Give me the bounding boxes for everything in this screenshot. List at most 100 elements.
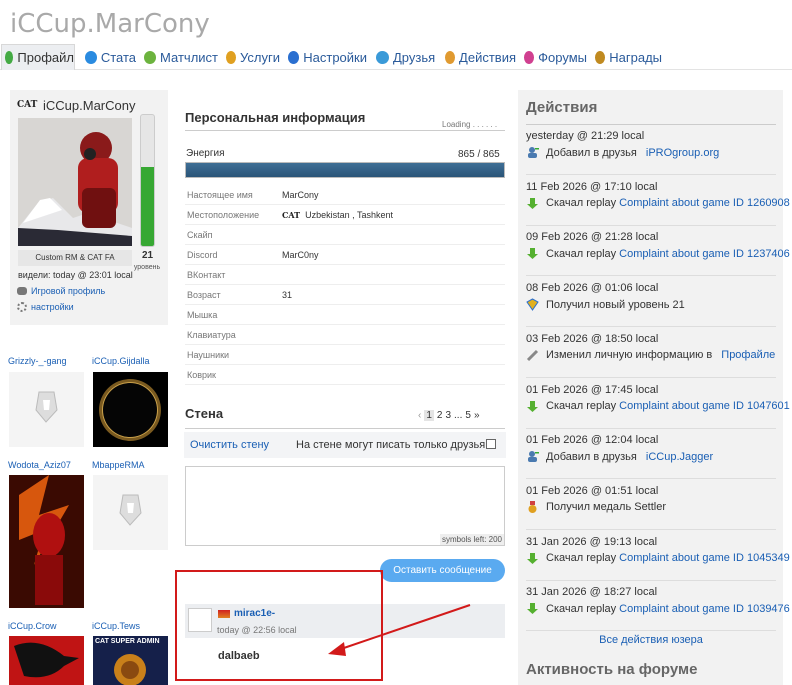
info-value: 31 (282, 289, 293, 300)
friend-name[interactable]: Wodota_Aziz07 (8, 460, 71, 470)
pager-item[interactable]: 3 (445, 410, 451, 421)
settings-link-label[interactable]: настройки (31, 302, 74, 312)
info-row: Скайп (185, 225, 505, 245)
tab-stats[interactable]: Стата (82, 44, 136, 70)
action-text: Получил медаль Settler (546, 501, 667, 514)
info-key: ВКонтакт (187, 269, 226, 280)
info-row: Наушники (185, 345, 505, 365)
info-key: Возраст (187, 289, 221, 300)
action-date: 03 Feb 2026 @ 18:50 local (526, 332, 659, 345)
symbols-left: symbols left: 200 (439, 534, 504, 545)
action-link[interactable]: Профайле (721, 349, 775, 361)
info-value: Uzbekistan , Tashkent (305, 209, 393, 220)
tab-friends[interactable]: Друзья (373, 44, 437, 70)
action-item: 08 Feb 2026 @ 01:06 local Получил новый у… (526, 276, 776, 328)
download-icon (526, 552, 539, 565)
action-date: 01 Feb 2026 @ 01:51 local (526, 484, 659, 497)
default-avatar-icon (119, 494, 142, 526)
action-date: 01 Feb 2026 @ 17:45 local (526, 383, 659, 396)
action-link[interactable]: Complaint about game ID 1039476 (619, 603, 790, 615)
friend-avatar[interactable] (9, 372, 84, 447)
tab-settings[interactable]: Настройки (285, 44, 367, 70)
gear-icon (17, 302, 27, 312)
pager-item[interactable]: 1 (424, 410, 434, 421)
add-friend-icon (526, 146, 539, 159)
friend-name[interactable]: iCCup.Gijdalla (92, 356, 150, 366)
level-value: 21 (141, 250, 154, 261)
tab-matchlist[interactable]: Матчлист (141, 44, 218, 70)
tab-label: Матчлист (160, 49, 218, 65)
info-row: Возраст 31 (185, 285, 505, 305)
avatar[interactable] (18, 118, 132, 246)
action-item: 31 Jan 2026 @ 19:13 local Скачал replay Co… (526, 530, 790, 581)
action-text: Скачал replay (546, 552, 617, 565)
friend-name[interactable]: iCCup.Crow (8, 621, 57, 631)
tab-forums[interactable]: Форумы (521, 44, 587, 70)
game-profile-link-label[interactable]: Игровой профиль (31, 286, 105, 296)
info-key: Клавиатура (187, 329, 236, 340)
action-link[interactable]: Complaint about game ID 1237406 (619, 248, 790, 260)
action-item: 01 Feb 2026 @ 12:04 local Добавил в друзь… (526, 428, 776, 480)
loading-indicator: Loading . . . . . . (442, 120, 498, 129)
friends-icon (376, 50, 389, 64)
medal-icon (526, 500, 539, 514)
action-item: 11 Feb 2026 @ 17:10 local Скачал replay Co… (526, 175, 790, 226)
action-text-line: Скачал replay Complaint about game ID 126… (526, 197, 790, 210)
download-icon (526, 197, 539, 210)
tab-label: Награды (609, 49, 662, 65)
friends-only-checkbox[interactable] (486, 439, 496, 449)
settings-link[interactable]: настройки (17, 302, 74, 312)
info-row: Discord MarC0ny (185, 245, 505, 265)
tab-label: Профайл (17, 50, 74, 65)
friend-name[interactable]: Grizzly-_-gang (8, 356, 67, 366)
friends-only-label: На стене могут писать только друзья (296, 439, 486, 451)
action-text: Добавил в друзья (546, 146, 637, 159)
services-icon (226, 50, 237, 64)
action-link[interactable]: Complaint about game ID 1045349 (619, 552, 790, 564)
annotation-arrow (328, 604, 471, 656)
action-text: Скачал replay (546, 247, 617, 260)
action-text: Изменил личную информацию в (546, 349, 713, 362)
pager-item[interactable]: » (474, 410, 480, 421)
edit-icon (526, 349, 539, 362)
divider (185, 428, 505, 429)
info-row: ВКонтакт (185, 265, 505, 285)
tab-profile[interactable]: Профайл (1, 44, 75, 70)
actions-icon (445, 50, 456, 64)
action-link[interactable]: iCCup.Jagger (646, 451, 713, 463)
info-key: Местоположение (187, 209, 260, 220)
profile-name: iCCup.MarCony (43, 98, 136, 113)
info-row: Клавиатура (185, 325, 505, 345)
all-actions-link[interactable]: Все действия юзера (526, 634, 776, 646)
gamepad-icon (17, 287, 27, 295)
action-date: 31 Jan 2026 @ 19:13 local (526, 535, 658, 548)
action-text-line: Скачал replay Complaint about game ID 103… (526, 602, 790, 615)
action-date: 31 Jan 2026 @ 18:27 local (526, 586, 658, 599)
pager-item[interactable]: 5 (465, 410, 471, 421)
tab-services[interactable]: Услуги (223, 44, 280, 70)
friend-name[interactable]: iCCup.Tews (92, 621, 140, 631)
friend-avatar[interactable] (9, 636, 84, 685)
pager-item[interactable]: ‹ (418, 410, 421, 421)
action-item: 01 Feb 2026 @ 01:51 local Получил медаль … (526, 479, 776, 530)
action-text-line: Скачал replay Complaint about game ID 104… (526, 552, 790, 565)
clan-tag: CAT (17, 100, 38, 110)
friend-avatar[interactable] (9, 475, 84, 608)
action-link[interactable]: iPROgroup.org (646, 147, 719, 159)
info-row: Мышка (185, 305, 505, 325)
pager-item[interactable]: ... (454, 410, 462, 421)
action-link[interactable]: Complaint about game ID 1260908 (619, 197, 790, 209)
tab-awards[interactable]: Награды (592, 44, 662, 70)
game-profile-link[interactable]: Игровой профиль (17, 286, 105, 296)
action-link[interactable]: Complaint about game ID 1047601 (619, 400, 790, 412)
friend-name[interactable]: MbappeRMA (92, 460, 145, 470)
pager-item[interactable]: 2 (437, 410, 443, 421)
post-message-button[interactable]: Оставить сообщение (380, 559, 505, 582)
clear-wall-button[interactable]: Очистить стену (190, 439, 269, 451)
friend-avatar[interactable]: CAT SUPER ADMIN (93, 636, 168, 685)
tab-actions[interactable]: Действия (442, 44, 516, 70)
wall-textarea[interactable]: symbols left: 200 (185, 466, 505, 546)
action-item: 09 Feb 2026 @ 21:28 local Скачал replay Co… (526, 225, 790, 277)
friend-avatar[interactable] (93, 372, 168, 447)
friend-avatar[interactable] (93, 475, 168, 550)
